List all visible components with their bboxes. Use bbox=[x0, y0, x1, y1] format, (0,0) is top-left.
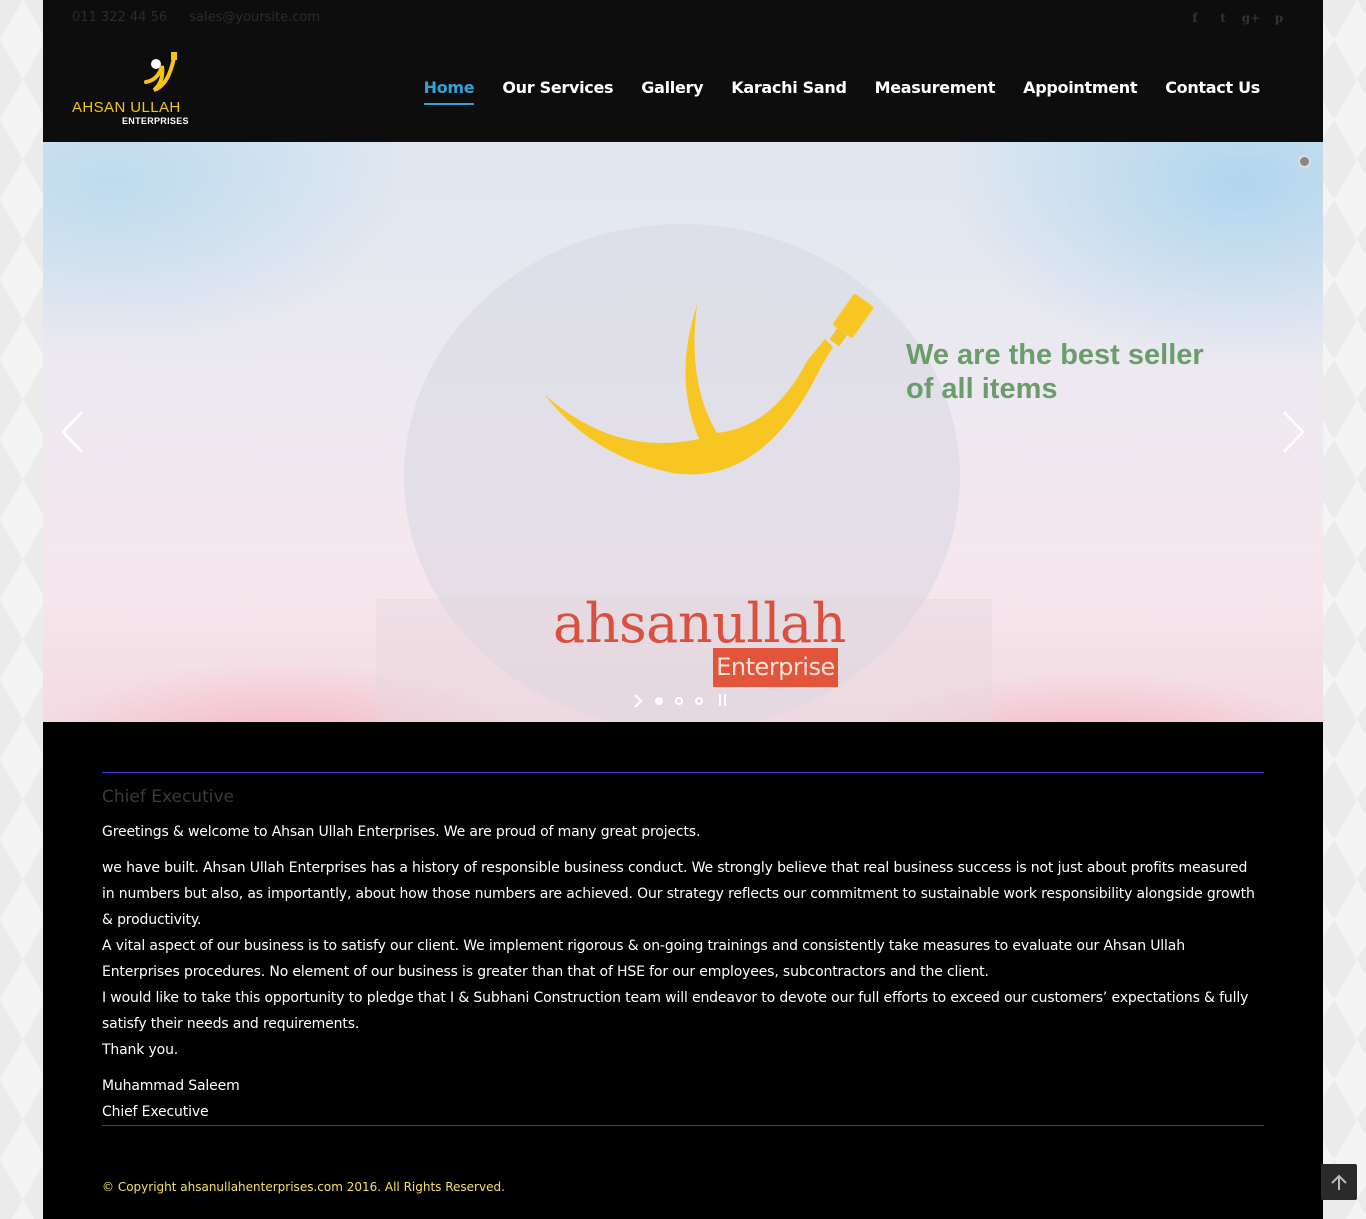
arrow-up-icon bbox=[1331, 1174, 1347, 1190]
message-paragraph: I would like to take this opportunity to… bbox=[102, 990, 1249, 1032]
nav-appointment[interactable]: Appointment bbox=[1023, 78, 1137, 105]
logo-figure-icon bbox=[144, 52, 177, 92]
top-bar: 011 322 44 56 sales@yoursite.com f t g+ … bbox=[43, 0, 1323, 40]
slider-bullet-1[interactable] bbox=[655, 697, 663, 705]
logo-title: AHSAN ULLAH bbox=[72, 99, 181, 116]
google-plus-icon[interactable]: g+ bbox=[1241, 8, 1261, 28]
slide-brand-name: ahsanullah bbox=[553, 592, 846, 655]
message-paragraph: Thank you. bbox=[102, 1042, 179, 1058]
phone-text: 011 322 44 56 bbox=[72, 10, 168, 25]
slider-next-arrow-icon[interactable] bbox=[1280, 410, 1306, 454]
slider-bullet-3[interactable] bbox=[695, 697, 703, 705]
site-header: AHSAN ULLAH ENTERPRISES Home Our Service… bbox=[43, 40, 1323, 142]
nav-measurement[interactable]: Measurement bbox=[875, 78, 996, 105]
page: 011 322 44 56 sales@yoursite.com f t g+ … bbox=[43, 0, 1323, 1219]
copyright-text: © Copyright ahsanullahenterprises.com 20… bbox=[102, 1180, 505, 1194]
email-link[interactable]: sales@yoursite.com bbox=[189, 10, 320, 25]
site-logo[interactable]: AHSAN ULLAH ENTERPRISES bbox=[72, 50, 189, 130]
divider-bottom bbox=[102, 1125, 1264, 1126]
social-links: f t g+ p bbox=[1185, 8, 1289, 28]
message-paragraph: we have built. Ahsan Ullah Enterprises h… bbox=[102, 860, 1255, 928]
nav-home[interactable]: Home bbox=[423, 78, 475, 105]
slider-play-next-icon[interactable] bbox=[631, 693, 645, 709]
slider-bullet-2[interactable] bbox=[675, 697, 683, 705]
twitter-icon[interactable]: t bbox=[1213, 8, 1233, 28]
nav-contact-us[interactable]: Contact Us bbox=[1165, 78, 1260, 105]
slider-pause-icon[interactable] bbox=[719, 694, 731, 708]
brand-swoosh-icon bbox=[545, 293, 874, 475]
signature-title: Chief Executive bbox=[102, 1104, 209, 1120]
scroll-to-top-button[interactable] bbox=[1321, 1164, 1357, 1200]
nav-our-services[interactable]: Our Services bbox=[502, 78, 613, 105]
slider-prev-arrow-icon[interactable] bbox=[60, 410, 86, 454]
slider-controls bbox=[631, 693, 731, 709]
section-heading: Chief Executive bbox=[102, 787, 234, 807]
nav-gallery[interactable]: Gallery bbox=[641, 78, 703, 105]
nav-karachi-sand[interactable]: Karachi Sand bbox=[731, 78, 847, 105]
message-paragraph: Greetings & welcome to Ahsan Ullah Enter… bbox=[102, 824, 701, 840]
slider-indicator-dot[interactable] bbox=[1298, 155, 1311, 168]
slide-slogan: We are the best seller of all items bbox=[906, 339, 1204, 405]
hero-slider: We are the best seller of all items ahsa… bbox=[43, 142, 1323, 722]
top-contact: 011 322 44 56 sales@yoursite.com bbox=[72, 10, 338, 25]
facebook-icon[interactable]: f bbox=[1185, 8, 1205, 28]
signature-name: Muhammad Saleem bbox=[102, 1078, 240, 1094]
message-paragraph: A vital aspect of our business is to sat… bbox=[102, 938, 1185, 980]
pinterest-icon[interactable]: p bbox=[1269, 8, 1289, 28]
logo-subtitle: ENTERPRISES bbox=[122, 116, 189, 126]
ceo-message: Chief Executive Greetings & welcome to A… bbox=[102, 772, 1264, 1126]
slide-brand-badge: Enterprise bbox=[713, 648, 838, 687]
divider-top bbox=[102, 772, 1264, 773]
main-nav: Home Our Services Gallery Karachi Sand M… bbox=[423, 78, 1260, 105]
